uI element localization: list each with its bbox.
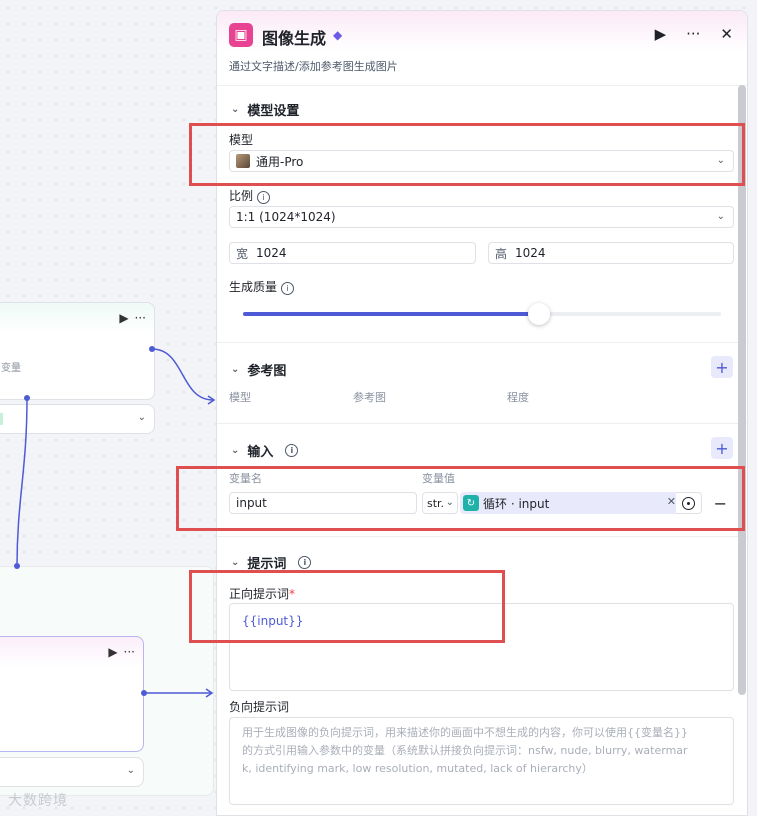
chevron-down-icon: ⌄ xyxy=(231,364,240,375)
info-icon[interactable]: i xyxy=(298,556,312,569)
col-model: 模型 xyxy=(229,391,251,404)
quality-label: 生成质量 i xyxy=(229,278,295,295)
negative-prompt-placeholder: k, identifying mark, low resolution, mut… xyxy=(242,762,593,775)
output-port[interactable] xyxy=(149,346,155,352)
input-port[interactable] xyxy=(14,563,20,569)
output-port[interactable] xyxy=(141,690,147,696)
chevron-down-icon: ⌄ xyxy=(231,104,240,115)
chevron-down-icon: ⌄ xyxy=(231,445,240,456)
watermark: 大数跨境 xyxy=(8,793,68,809)
width-input[interactable]: 宽 1024 xyxy=(229,242,476,264)
reference-section: ⌄ 参考图 + 模型 参考图 程度 xyxy=(217,343,747,424)
ratio-label-text: 比例 xyxy=(229,189,254,203)
negative-prompt-input[interactable]: 用于生成图像的负向提示词，用来描述你的画面中不想生成的内容，你可以使用{{变量名… xyxy=(229,717,734,805)
section-header[interactable]: ⌄ 参考图 xyxy=(231,360,286,379)
panel-header: ▣ 图像生成 ◆ ▶ ··· ✕ 通过文字描述/添加参考图生成图片 xyxy=(217,11,747,86)
run-icon[interactable]: ▶ xyxy=(655,25,667,43)
chevron-down-icon: ⌄ xyxy=(231,557,240,568)
more-icon[interactable]: ··· xyxy=(686,25,700,43)
section-title: 参考图 xyxy=(247,364,287,379)
close-icon[interactable]: ✕ xyxy=(720,25,733,43)
negative-prompt-placeholder: 用于生成图像的负向提示词，用来描述你的画面中不想生成的内容，你可以使用{{变量名… xyxy=(242,726,688,739)
panel-subtitle: 通过文字描述/添加参考图生成图片 xyxy=(229,60,398,73)
output-port[interactable] xyxy=(24,395,30,401)
add-input-button[interactable]: + xyxy=(711,437,733,459)
chevron-down-icon: ⌄ xyxy=(716,211,725,222)
quality-slider-fill xyxy=(243,312,540,316)
height-prefix: 高 xyxy=(495,246,508,261)
ratio-label: 比例 i xyxy=(229,187,271,204)
width-value: 1024 xyxy=(256,246,287,260)
negative-prompt-placeholder: 的方式引用输入参数中的变量（系统默认拼接负向提示词：nsfw, nude, bl… xyxy=(242,744,688,757)
panel-title: 图像生成 xyxy=(262,29,327,48)
highlight-model xyxy=(189,123,745,186)
col-degree: 程度 xyxy=(507,391,529,404)
highlight-input-row xyxy=(176,466,745,531)
ratio-select[interactable]: 1:1 (1024*1024) ⌄ xyxy=(229,206,734,228)
quality-label-text: 生成质量 xyxy=(229,280,278,294)
section-header[interactable]: ⌄ 输入 i xyxy=(231,441,299,460)
section-title: 模型设置 xyxy=(247,104,300,119)
info-icon[interactable]: i xyxy=(285,444,299,457)
add-reference-button[interactable]: + xyxy=(711,356,733,378)
image-icon: ▣ xyxy=(229,23,253,47)
diamond-icon: ◆ xyxy=(333,28,343,42)
highlight-positive-prompt xyxy=(189,570,505,643)
width-prefix: 宽 xyxy=(236,246,249,261)
height-value: 1024 xyxy=(515,246,546,260)
quality-slider[interactable] xyxy=(243,303,721,325)
section-title: 输入 xyxy=(247,445,274,460)
height-input[interactable]: 高 1024 xyxy=(488,242,734,264)
info-icon[interactable]: i xyxy=(281,282,295,295)
col-reference: 参考图 xyxy=(353,391,386,404)
negative-prompt-label: 负向提示词 xyxy=(229,700,290,714)
info-icon[interactable]: i xyxy=(257,191,271,204)
ratio-value: 1:1 (1024*1024) xyxy=(236,210,336,224)
section-header[interactable]: ⌄ 模型设置 xyxy=(231,100,299,119)
